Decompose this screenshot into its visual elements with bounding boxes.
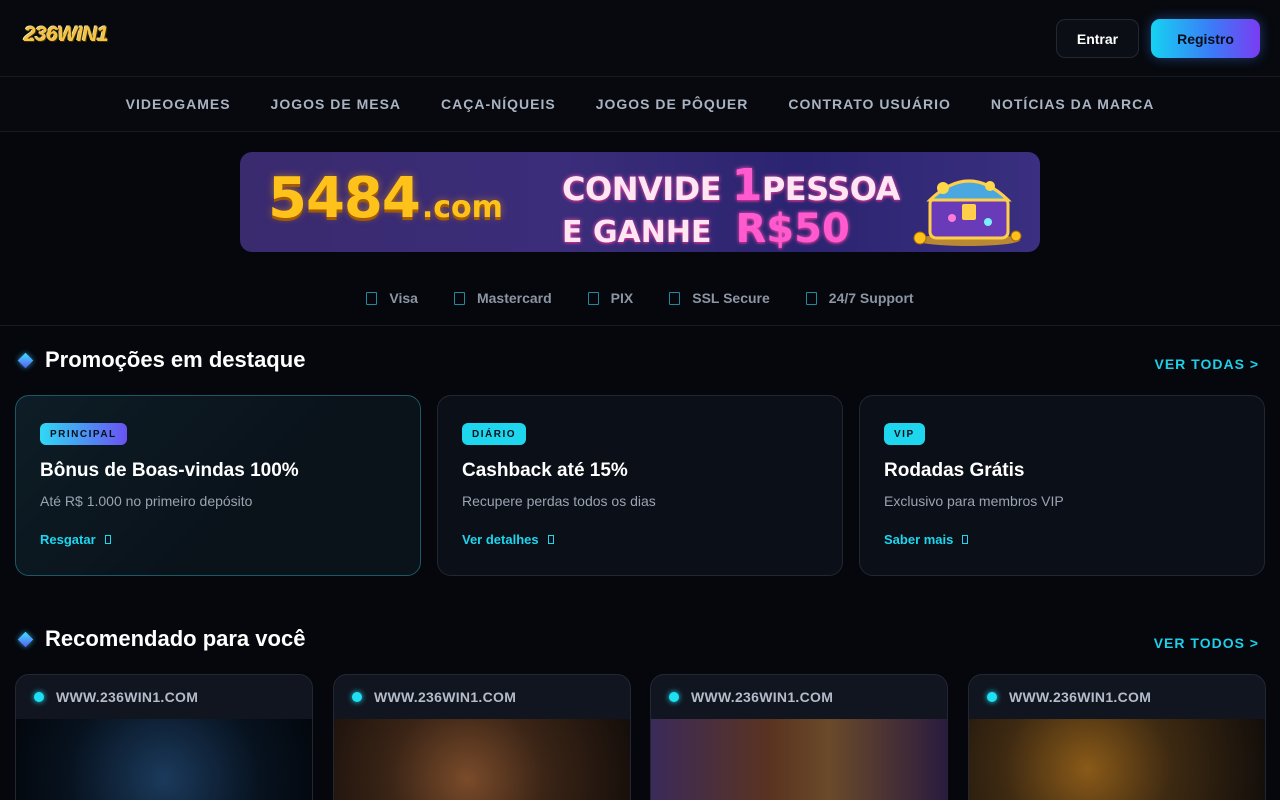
- status-dot-icon: [34, 692, 44, 702]
- promo-subtitle: Exclusivo para membros VIP: [884, 493, 1064, 509]
- promo-action-link[interactable]: Resgatar: [40, 532, 111, 547]
- promo-card[interactable]: PRINCIPAL Bônus de Boas-vindas 100% Até …: [15, 395, 421, 576]
- login-button[interactable]: Entrar: [1056, 19, 1139, 58]
- treasure-chest-icon: [913, 179, 1022, 246]
- banner-brand-number: 5484: [268, 166, 421, 231]
- game-card-site: WWW.236WIN1.COM: [1009, 689, 1152, 705]
- promo-subtitle: Recupere perdas todos os dias: [462, 493, 656, 509]
- payment-label: Mastercard: [476, 290, 552, 306]
- promo-title: Rodadas Grátis: [884, 460, 1025, 481]
- game-card-header: WWW.236WIN1.COM: [969, 675, 1265, 719]
- banner-prize-amount: R$50: [735, 206, 850, 252]
- game-thumbnail[interactable]: [334, 719, 630, 800]
- payment-methods: Visa Mastercard PIX SSL Secure 24/7 Supp…: [0, 272, 1280, 326]
- game-thumbnail[interactable]: [969, 719, 1265, 800]
- payment-label: Visa: [389, 290, 418, 306]
- status-dot-icon: [669, 692, 679, 702]
- promo-tag: DIÁRIO: [462, 423, 526, 445]
- promo-subtitle: Até R$ 1.000 no primeiro depósito: [40, 493, 253, 509]
- diamond-icon: [17, 631, 34, 647]
- game-card-site: WWW.236WIN1.COM: [56, 689, 199, 705]
- nav-item-videogames[interactable]: VIDEOGAMES: [126, 96, 231, 112]
- payment-mastercard: Mastercard: [453, 290, 552, 306]
- diamond-icon: [17, 352, 34, 368]
- promo-title: Cashback até 15%: [462, 460, 628, 481]
- promo-tag: PRINCIPAL: [40, 423, 127, 445]
- promo-banner[interactable]: 5484.com CONVIDE 1PESSOA E GANHE R$50: [240, 152, 1040, 252]
- banner-text: CONVIDE: [562, 170, 722, 208]
- game-card[interactable]: WWW.236WIN1.COM: [968, 674, 1266, 800]
- card-icon: [366, 291, 378, 305]
- game-card-site: WWW.236WIN1.COM: [374, 689, 517, 705]
- promotions-see-all-link[interactable]: VER TODAS >: [1155, 356, 1260, 372]
- register-button[interactable]: Registro: [1151, 19, 1260, 58]
- recommended-section-title: Recomendado para você: [17, 626, 306, 652]
- promo-link-label: Saber mais: [884, 532, 954, 547]
- promo-link-label: Resgatar: [40, 532, 96, 547]
- payment-label: 24/7 Support: [828, 290, 914, 306]
- promo-title: Bônus de Boas-vindas 100%: [40, 460, 299, 481]
- section-title-text: Promoções em destaque: [45, 347, 306, 372]
- game-card-header: WWW.236WIN1.COM: [16, 675, 312, 719]
- nav-item-jogos-de-mesa[interactable]: JOGOS DE MESA: [271, 96, 401, 112]
- banner-brand-domain: .com: [421, 190, 503, 225]
- banner-brand: 5484.com: [268, 166, 503, 231]
- site-logo[interactable]: 236WIN1: [24, 24, 176, 46]
- promo-action-link[interactable]: Saber mais: [884, 532, 969, 547]
- site-header: 236WIN1 Entrar Registro: [0, 0, 1280, 77]
- promo-tag: VIP: [884, 423, 925, 445]
- payment-label: SSL Secure: [692, 290, 770, 306]
- banner-headline-line2: E GANHE R$50: [562, 206, 850, 252]
- game-card[interactable]: WWW.236WIN1.COM: [333, 674, 631, 800]
- main-nav: VIDEOGAMES JOGOS DE MESA CAÇA-NÍQUEIS JO…: [0, 77, 1280, 132]
- banner-headline-line1: CONVIDE 1PESSOA: [562, 160, 900, 211]
- payment-support: 24/7 Support: [805, 290, 914, 306]
- banner-highlight-number: 1: [731, 160, 763, 211]
- nav-item-noticias-da-marca[interactable]: NOTÍCIAS DA MARCA: [991, 96, 1154, 112]
- payment-label: PIX: [610, 290, 634, 306]
- banner-text: E GANHE: [562, 215, 712, 250]
- promotions-section-title: Promoções em destaque: [17, 347, 306, 373]
- nav-item-jogos-de-poquer[interactable]: JOGOS DE PÔQUER: [596, 96, 749, 112]
- payment-ssl: SSL Secure: [669, 290, 770, 306]
- payment-visa: Visa: [366, 290, 418, 306]
- promo-action-link[interactable]: Ver detalhes: [462, 532, 554, 547]
- status-dot-icon: [987, 692, 997, 702]
- nav-item-contrato-usuario[interactable]: CONTRATO USUÁRIO: [788, 96, 950, 112]
- game-card-site: WWW.236WIN1.COM: [691, 689, 834, 705]
- game-card[interactable]: WWW.236WIN1.COM: [15, 674, 313, 800]
- arrow-icon: [547, 535, 554, 544]
- game-thumbnail[interactable]: [16, 719, 312, 800]
- pix-icon: [587, 291, 599, 305]
- section-title-text: Recomendado para você: [45, 626, 306, 651]
- lock-icon: [669, 291, 681, 305]
- game-card-header: WWW.236WIN1.COM: [334, 675, 630, 719]
- promo-link-label: Ver detalhes: [462, 532, 539, 547]
- game-card-header: WWW.236WIN1.COM: [651, 675, 947, 719]
- payment-pix: PIX: [587, 290, 634, 306]
- arrow-icon: [962, 535, 969, 544]
- status-dot-icon: [352, 692, 362, 702]
- game-card[interactable]: WWW.236WIN1.COM: [650, 674, 948, 800]
- card-icon: [453, 291, 465, 305]
- nav-item-caca-niqueis[interactable]: CAÇA-NÍQUEIS: [441, 96, 556, 112]
- recommended-see-all-link[interactable]: VER TODOS >: [1154, 635, 1259, 651]
- support-icon: [805, 291, 817, 305]
- game-thumbnail[interactable]: [651, 719, 947, 800]
- promo-card[interactable]: VIP Rodadas Grátis Exclusivo para membro…: [859, 395, 1265, 576]
- banner-text: PESSOA: [761, 170, 901, 208]
- arrow-icon: [104, 535, 111, 544]
- promo-card[interactable]: DIÁRIO Cashback até 15% Recupere perdas …: [437, 395, 843, 576]
